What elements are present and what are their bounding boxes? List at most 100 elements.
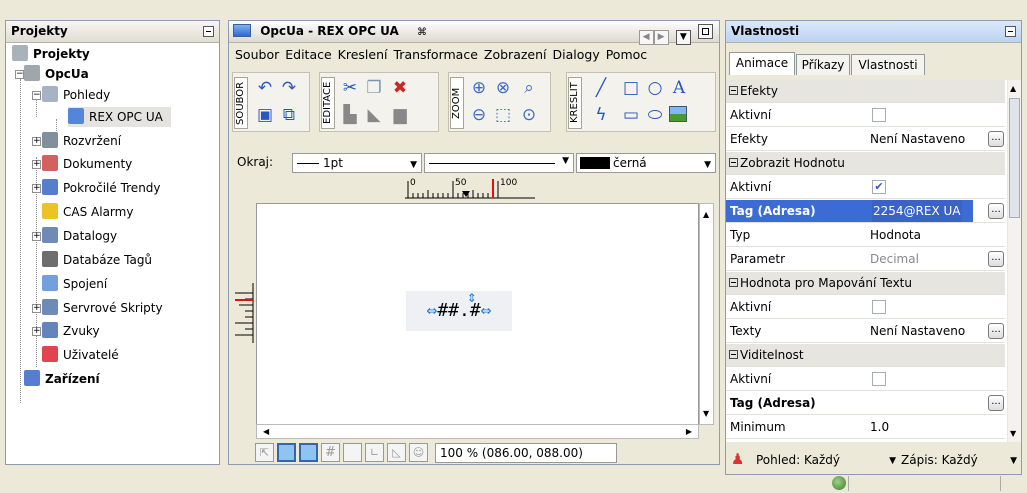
tree-item[interactable]: REX OPC UA bbox=[68, 107, 171, 127]
ellipsis-button[interactable]: ... bbox=[988, 131, 1004, 147]
cut-icon[interactable]: ✂ bbox=[340, 78, 360, 98]
minimize-icon[interactable] bbox=[1005, 26, 1016, 37]
frame-icon[interactable] bbox=[343, 443, 362, 462]
rounded-rect-tool-icon[interactable]: ▭ bbox=[621, 105, 641, 125]
snap-grid-icon[interactable] bbox=[277, 443, 296, 462]
text-tool-icon[interactable]: A bbox=[669, 78, 689, 98]
tree-item[interactable]: Uživatelé bbox=[42, 345, 119, 365]
undo-icon[interactable]: ↶ bbox=[255, 78, 275, 98]
scroll-left-icon[interactable]: ◀ bbox=[638, 30, 654, 45]
canvas-horizontal-scrollbar[interactable]: ◀ ▶ bbox=[256, 424, 699, 439]
tree-item[interactable]: Datalogy bbox=[42, 226, 117, 246]
property-section[interactable]: Hodnota pro Mapování Textu bbox=[726, 272, 1005, 295]
properties-tab[interactable]: Příkazy bbox=[796, 54, 850, 75]
save-all-icon[interactable]: ⧉ bbox=[279, 105, 299, 125]
tree-item[interactable]: Rozvržení bbox=[42, 131, 121, 151]
properties-tab[interactable]: Animace bbox=[729, 52, 795, 75]
zoom-fit-icon[interactable]: ⊗ bbox=[493, 78, 513, 98]
tree-item[interactable]: Zařízení bbox=[24, 369, 100, 389]
write-filter-select[interactable]: Zápis: Každý ▼ bbox=[901, 450, 1019, 470]
property-row[interactable]: Efekty Není Nastaveno... bbox=[726, 128, 1005, 151]
ellipsis-button[interactable]: ... bbox=[988, 395, 1004, 411]
delete-icon[interactable]: ✖ bbox=[390, 78, 410, 98]
property-value[interactable]: Decimal bbox=[870, 248, 919, 270]
property-value[interactable]: Hodnota bbox=[870, 224, 921, 246]
property-row[interactable]: Parametr Decimal... bbox=[726, 248, 1005, 271]
zoom-out-icon[interactable]: ⊖ bbox=[469, 105, 489, 125]
grid-icon[interactable]: # bbox=[321, 443, 340, 462]
property-value[interactable]: Není Nastaveno bbox=[870, 320, 965, 342]
paste-special-icon[interactable]: ◣ bbox=[364, 105, 384, 125]
tree-item[interactable]: CAS Alarmy bbox=[42, 202, 133, 222]
close-tab-icon[interactable]: ⌘ bbox=[417, 27, 427, 38]
checkbox[interactable] bbox=[872, 108, 886, 122]
pointer-mode-icon[interactable]: ⇱ bbox=[255, 443, 274, 462]
property-value[interactable]: 2254@REX UA bbox=[872, 200, 962, 222]
zoom-in-icon[interactable]: ⊕ bbox=[469, 78, 489, 98]
angle-icon[interactable]: ∟ bbox=[365, 443, 384, 462]
ellipsis-button[interactable]: ... bbox=[988, 203, 1004, 219]
redo-icon[interactable]: ↷ bbox=[279, 78, 299, 98]
snap-object-icon[interactable] bbox=[299, 443, 318, 462]
menu-item[interactable]: Transformace bbox=[391, 45, 481, 65]
oval-tool-icon[interactable]: ⬭ bbox=[645, 105, 665, 125]
tree-item[interactable]: Dokumenty bbox=[42, 154, 132, 174]
menu-item[interactable]: Pomoc bbox=[603, 45, 650, 65]
image-tool-icon[interactable] bbox=[669, 106, 687, 122]
scroll-right-icon[interactable]: ▶ bbox=[686, 427, 692, 436]
line-tool-icon[interactable]: ╱ bbox=[591, 78, 611, 98]
menu-item[interactable]: Kreslení bbox=[335, 45, 391, 65]
tree-expander-icon[interactable]: + bbox=[32, 184, 41, 193]
tree-expander-icon[interactable]: + bbox=[32, 304, 41, 313]
clipboard-icon[interactable]: ▆ bbox=[390, 105, 410, 125]
property-row[interactable]: Typ Hodnota bbox=[726, 224, 1005, 247]
properties-tab[interactable]: Vlastnosti bbox=[851, 54, 925, 75]
tree-item[interactable]: Zvuky bbox=[42, 321, 100, 341]
minimize-icon[interactable] bbox=[698, 24, 713, 39]
scroll-left-icon[interactable]: ◀ bbox=[263, 427, 269, 436]
display-value-widget[interactable]: ⇔##.#⇔ ⇕ bbox=[406, 287, 512, 331]
scroll-down-icon[interactable]: ▼ bbox=[703, 409, 709, 418]
collapse-icon[interactable] bbox=[729, 350, 738, 359]
tree-item[interactable]: Projekty bbox=[12, 44, 90, 64]
save-icon[interactable]: ▣ bbox=[255, 105, 275, 125]
menu-item[interactable]: Soubor bbox=[232, 45, 282, 65]
minimize-icon[interactable] bbox=[203, 26, 214, 37]
tab-list-icon[interactable]: ▼ bbox=[675, 30, 691, 45]
property-row[interactable]: Aktivní bbox=[726, 368, 1005, 391]
tree-item[interactable]: Databáze Tagů bbox=[42, 250, 152, 270]
snapshot-icon[interactable]: ☺ bbox=[409, 443, 428, 462]
canvas-vertical-scrollbar[interactable]: ▲ ▼ bbox=[699, 203, 714, 425]
tree-expander-icon[interactable]: + bbox=[32, 137, 41, 146]
checkbox[interactable] bbox=[872, 372, 886, 386]
zoom-100-icon[interactable]: ⊙ bbox=[519, 105, 539, 125]
tree-expander-icon[interactable]: + bbox=[32, 160, 41, 169]
property-value[interactable]: Není Nastaveno bbox=[870, 128, 965, 150]
collapse-icon[interactable] bbox=[729, 158, 738, 167]
paste-icon[interactable]: ▙ bbox=[340, 105, 360, 125]
property-row[interactable]: Aktivní bbox=[726, 104, 1005, 127]
scroll-down-icon[interactable]: ▼ bbox=[1010, 429, 1016, 438]
menu-item[interactable]: Dialogy bbox=[550, 45, 603, 65]
properties-scrollbar[interactable]: ▲ ▼ bbox=[1008, 80, 1021, 442]
collapse-icon[interactable] bbox=[729, 278, 738, 287]
checkbox[interactable] bbox=[872, 300, 886, 314]
tree-item[interactable]: Pohledy bbox=[42, 85, 110, 105]
ellipsis-button[interactable]: ... bbox=[988, 251, 1004, 267]
tree-item[interactable]: Servrové Skripty bbox=[42, 298, 163, 318]
zoom-region-icon[interactable]: ⌕ bbox=[519, 78, 539, 98]
property-row[interactable]: Tag (Adresa) 2254@REX UA... bbox=[726, 200, 1005, 223]
checkbox[interactable]: ✔ bbox=[872, 180, 886, 194]
property-row[interactable]: Texty Není Nastaveno... bbox=[726, 320, 1005, 343]
tree-item[interactable]: OpcUa bbox=[24, 64, 89, 84]
property-value[interactable]: 1.0 bbox=[870, 416, 889, 438]
property-row[interactable]: Aktivní bbox=[726, 296, 1005, 319]
scroll-up-icon[interactable]: ▲ bbox=[1010, 84, 1016, 93]
rectangle-tool-icon[interactable]: □ bbox=[621, 78, 641, 98]
zoom-selection-icon[interactable]: ⬚ bbox=[493, 105, 513, 125]
property-section[interactable]: Efekty bbox=[726, 80, 1005, 103]
property-row[interactable]: Aktivní ✔ bbox=[726, 176, 1005, 199]
property-section[interactable]: Viditelnost bbox=[726, 344, 1005, 367]
ellipse-tool-icon[interactable]: ○ bbox=[645, 78, 665, 98]
scroll-up-icon[interactable]: ▲ bbox=[703, 210, 709, 219]
